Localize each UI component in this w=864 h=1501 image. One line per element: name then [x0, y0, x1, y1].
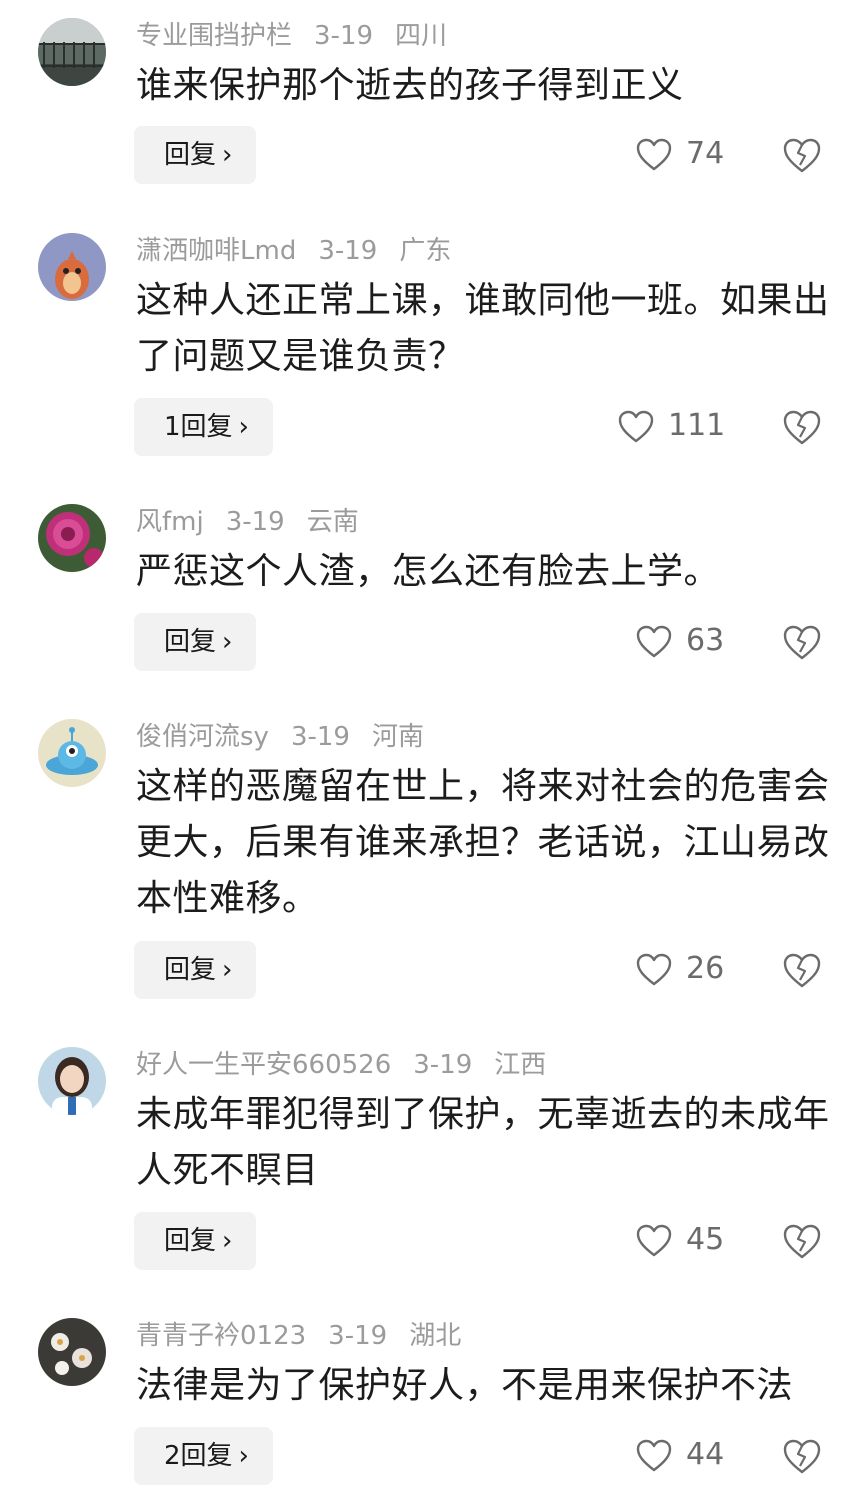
reply-label: 回复 — [164, 140, 217, 170]
comment-location: 四川 — [395, 21, 448, 51]
chevron-right-icon: › — [222, 140, 233, 170]
comment-text: 严惩这个人渣，怎么还有脸去上学。 — [136, 551, 721, 592]
avatar[interactable] — [38, 719, 106, 787]
comment-meta: 潇洒咖啡Lmd 3-19 广东 — [136, 233, 473, 269]
heart-outline-icon — [636, 1224, 672, 1256]
avatar[interactable] — [38, 18, 106, 86]
flower-avatar-icon — [38, 504, 106, 572]
comment-date: 3-19 — [328, 1321, 388, 1351]
username[interactable]: 俊俏河流sy — [136, 719, 269, 755]
comment-meta: 风fmj 3-19 云南 — [136, 504, 381, 540]
like-button[interactable]: 74 — [636, 134, 724, 174]
comment-item: 潇洒咖啡Lmd 3-19 广东 这种人还正常上课，谁敢同他一班。如果出了问题又是谁负… — [0, 215, 864, 485]
reply-button[interactable]: 回复 › — [134, 126, 257, 184]
comment-location: 广东 — [399, 236, 452, 266]
girl-portrait-avatar-icon — [38, 1047, 106, 1115]
like-count: 74 — [686, 136, 725, 171]
chevron-right-icon: › — [222, 955, 233, 985]
comment-location: 云南 — [306, 507, 359, 537]
avatar[interactable] — [38, 504, 106, 572]
heart-outline-icon — [636, 138, 672, 170]
heart-outline-icon — [636, 625, 672, 657]
comment-text: 未成年罪犯得到了保护，无辜逝去的未成年人死不瞑目 — [136, 1094, 830, 1191]
alien-ufo-avatar-icon — [38, 719, 106, 787]
comment-date: 3-19 — [314, 21, 374, 51]
comment-item: 好人一生平安660526 3-19 江西 未成年罪犯得到了保护，无辜逝去的未成年人死… — [0, 1029, 864, 1299]
broken-heart-icon[interactable] — [782, 408, 822, 448]
white-flowers-avatar-icon — [38, 1318, 106, 1386]
broken-heart-icon[interactable] — [782, 1222, 822, 1262]
like-count: 44 — [686, 1437, 725, 1472]
like-count: 45 — [686, 1222, 725, 1257]
username[interactable]: 青青子衿0123 — [136, 1318, 306, 1354]
comment-item: 风fmj 3-19 云南 严惩这个人渣，怎么还有脸去上学。 回复 › 63 — [0, 486, 864, 698]
comment-text: 谁来保护那个逝去的孩子得到正义 — [136, 65, 684, 106]
reply-label: 2回复 — [164, 1441, 233, 1471]
username[interactable]: 专业围挡护栏 — [136, 18, 292, 54]
heart-outline-icon — [636, 953, 672, 985]
avatar[interactable] — [38, 233, 106, 301]
avatar[interactable] — [38, 1318, 106, 1386]
comment-item: 俊俏河流sy 3-19 河南 这样的恶魔留在世上，将来对社会的危害会更大，后果有谁来… — [0, 701, 864, 1028]
reply-button[interactable]: 回复 › — [134, 1212, 257, 1270]
reply-label: 回复 — [164, 1226, 217, 1256]
username[interactable]: 好人一生平安660526 — [136, 1047, 391, 1083]
username[interactable]: 风fmj — [136, 504, 204, 540]
like-button[interactable]: 44 — [636, 1435, 724, 1475]
heart-outline-icon — [636, 1439, 672, 1471]
comment-item: 专业围挡护栏 3-19 四川 谁来保护那个逝去的孩子得到正义 回复 › 74 — [0, 0, 864, 212]
comment-item: 青青子衿0123 3-19 湖北 法律是为了保护好人，不是用来保护不法 2回复 › 4… — [0, 1300, 864, 1501]
like-button[interactable]: 45 — [636, 1220, 724, 1260]
chevron-right-icon: › — [238, 412, 249, 442]
like-count: 26 — [686, 951, 725, 986]
comment-meta: 专业围挡护栏 3-19 四川 — [136, 18, 469, 54]
comment-date: 3-19 — [318, 236, 378, 266]
comment-meta: 俊俏河流sy 3-19 河南 — [136, 719, 446, 755]
comment-date: 3-19 — [290, 722, 350, 752]
broken-heart-icon[interactable] — [782, 951, 822, 991]
comment-date: 3-19 — [225, 507, 285, 537]
comment-date: 3-19 — [413, 1050, 473, 1080]
like-button[interactable]: 26 — [636, 949, 724, 989]
avatar[interactable] — [38, 1047, 106, 1115]
comment-meta: 青青子衿0123 3-19 湖北 — [136, 1318, 483, 1354]
reply-button[interactable]: 2回复 › — [134, 1427, 273, 1485]
reply-button[interactable]: 1回复 › — [134, 398, 273, 456]
broken-heart-icon[interactable] — [782, 1437, 822, 1477]
comment-location: 河南 — [371, 722, 424, 752]
reply-button[interactable]: 回复 › — [134, 613, 257, 671]
reply-label: 回复 — [164, 627, 217, 657]
chevron-right-icon: › — [222, 627, 233, 657]
reply-button[interactable]: 回复 › — [134, 941, 257, 999]
reply-label: 回复 — [164, 955, 217, 985]
like-button[interactable]: 63 — [636, 621, 724, 661]
comment-text: 法律是为了保护好人，不是用来保护不法 — [136, 1365, 794, 1406]
railing-photo-avatar-icon — [38, 18, 106, 86]
like-button[interactable]: 111 — [618, 406, 725, 446]
broken-heart-icon[interactable] — [782, 623, 822, 663]
like-count: 63 — [686, 623, 725, 658]
comment-location: 江西 — [494, 1050, 547, 1080]
username[interactable]: 潇洒咖啡Lmd — [136, 233, 296, 269]
chevron-right-icon: › — [222, 1226, 233, 1256]
heart-outline-icon — [618, 410, 654, 442]
comment-location: 湖北 — [409, 1321, 462, 1351]
broken-heart-icon[interactable] — [782, 136, 822, 176]
chevron-right-icon: › — [238, 1441, 249, 1471]
cartoon-creature-avatar-icon — [38, 233, 106, 301]
like-count: 111 — [668, 408, 726, 443]
comment-meta: 好人一生平安660526 3-19 江西 — [136, 1047, 568, 1083]
comment-text: 这样的恶魔留在世上，将来对社会的危害会更大，后果有谁来承担？老话说，江山易改本性… — [136, 766, 830, 919]
reply-label: 1回复 — [164, 412, 233, 442]
comment-text: 这种人还正常上课，谁敢同他一班。如果出了问题又是谁负责？ — [136, 280, 830, 377]
